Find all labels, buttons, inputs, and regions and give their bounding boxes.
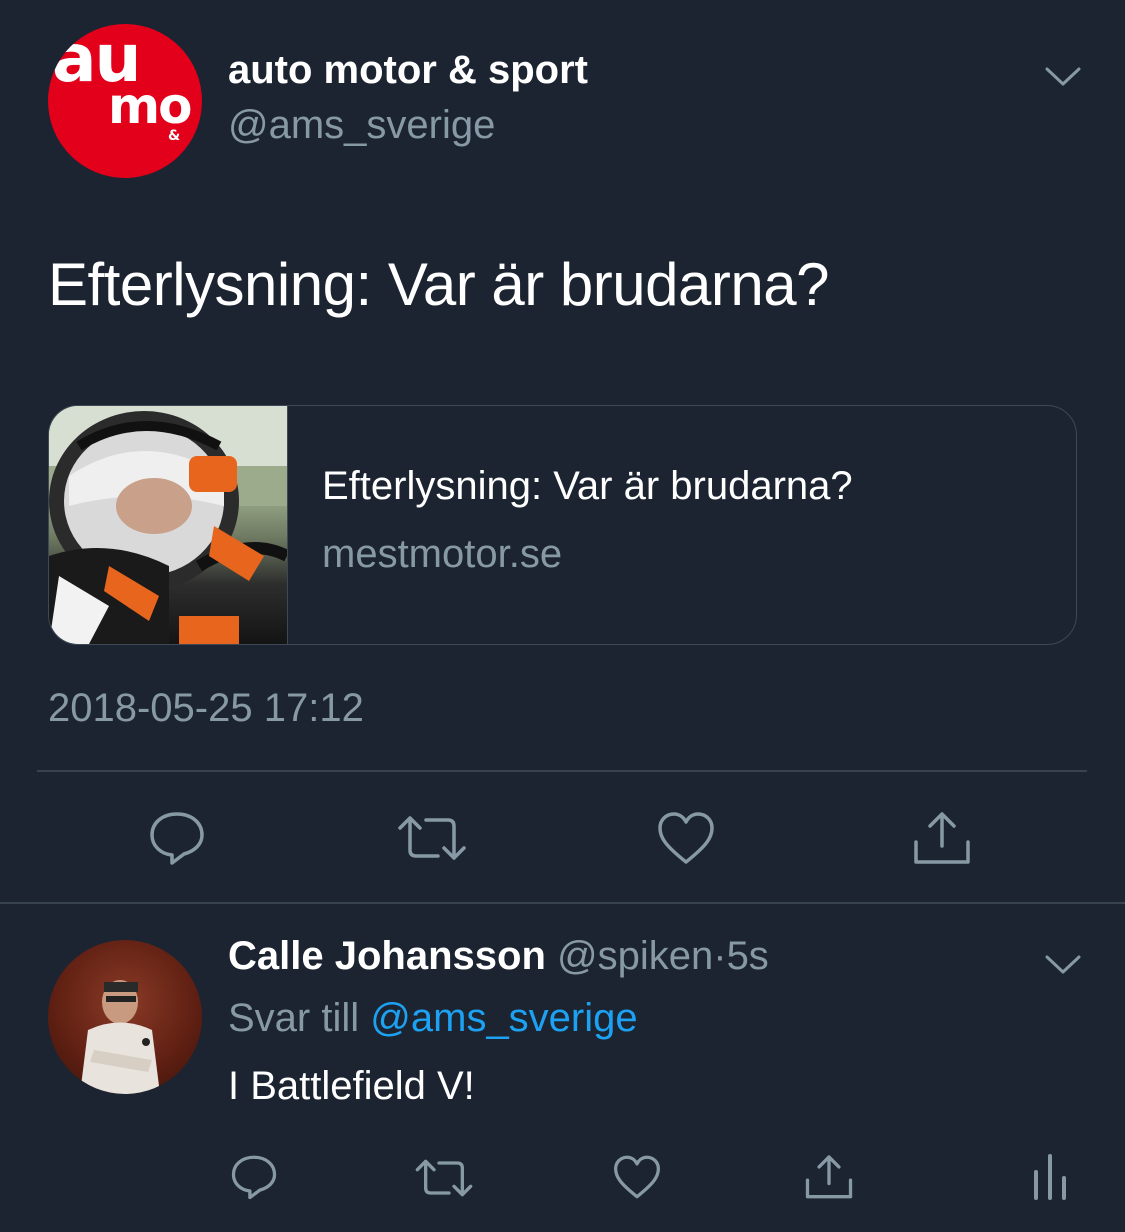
like-icon[interactable]: [656, 810, 716, 866]
card-title: Efterlysning: Var är brudarna?: [322, 464, 853, 508]
separator-dot: ·: [713, 934, 727, 978]
share-icon[interactable]: [804, 1152, 854, 1200]
author-name[interactable]: auto motor & sport: [228, 48, 588, 93]
retweet-icon[interactable]: [414, 1156, 474, 1200]
reply-prefix: Svar till: [228, 996, 360, 1040]
chevron-down-icon[interactable]: [1044, 952, 1082, 978]
author-avatar[interactable]: au mo &: [48, 24, 202, 178]
reply-author-name[interactable]: Calle Johansson: [228, 934, 546, 978]
analytics-icon[interactable]: [1030, 1152, 1070, 1200]
reply-author-handle[interactable]: @spiken: [557, 934, 713, 978]
card-domain: mestmotor.se: [322, 532, 563, 576]
brand-logo: au mo &: [52, 24, 192, 145]
divider: [0, 902, 1125, 904]
reply-text: I Battlefield V!: [228, 1064, 475, 1108]
retweet-icon[interactable]: [396, 812, 468, 864]
reply-mention-link[interactable]: @ams_sverige: [370, 996, 637, 1040]
tweet-text: Efterlysning: Var är brudarna?: [48, 251, 829, 318]
chevron-down-icon[interactable]: [1044, 64, 1082, 90]
reply-time: 5s: [726, 934, 769, 978]
reply-icon[interactable]: [230, 1154, 278, 1200]
reply-icon[interactable]: [148, 810, 206, 866]
share-icon[interactable]: [912, 808, 972, 866]
reply-context: Svar till @ams_sverige: [228, 996, 638, 1041]
reply-author-line: Calle Johansson @spiken·5s: [228, 934, 769, 979]
link-card[interactable]: Efterlysning: Var är brudarna? mestmotor…: [48, 405, 1077, 645]
author-handle[interactable]: @ams_sverige: [228, 103, 495, 148]
card-thumbnail: [49, 406, 290, 644]
tweet-timestamp: 2018-05-25 17:12: [48, 686, 364, 730]
divider: [37, 770, 1087, 772]
reply-avatar[interactable]: [48, 940, 202, 1094]
like-icon[interactable]: [612, 1154, 662, 1200]
